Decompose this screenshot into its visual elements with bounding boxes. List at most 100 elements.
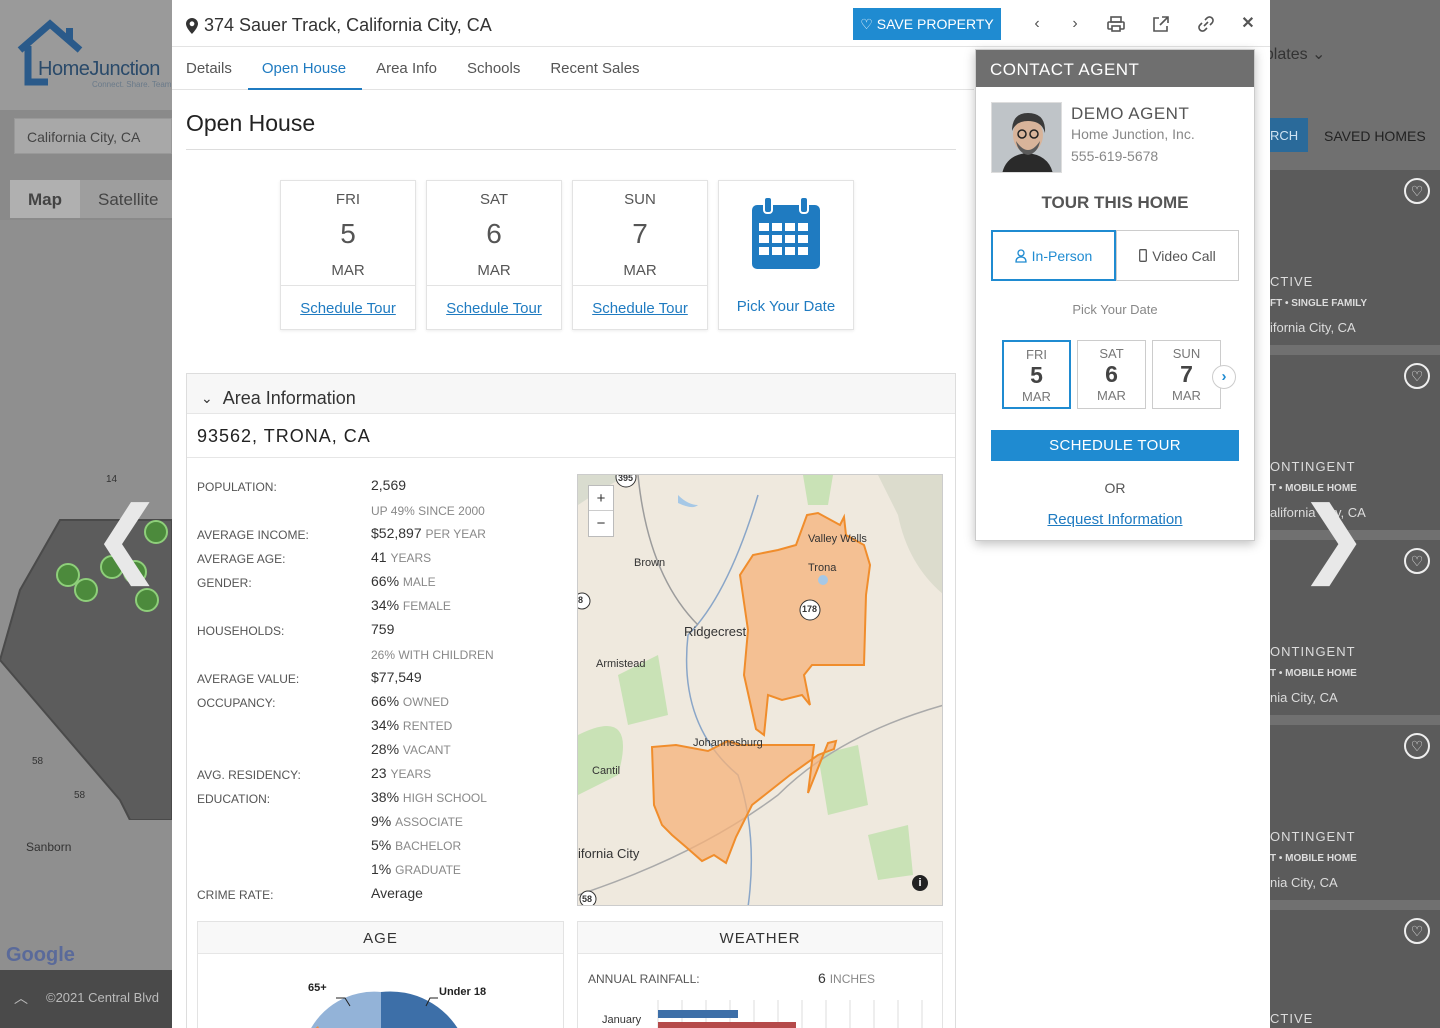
tour-date-day: 5 bbox=[1030, 362, 1043, 388]
zoom-out-button[interactable]: − bbox=[589, 511, 613, 536]
weather-panel: WEATHER ANNUAL RAINFALL: 6 INCHES Januar… bbox=[577, 921, 943, 1028]
stat-number: 34% bbox=[371, 597, 400, 613]
chevron-right-icon[interactable]: › bbox=[1065, 14, 1085, 34]
stat-row: GENDER: 66% MALE bbox=[197, 570, 567, 594]
stat-value: 5% BACHELOR bbox=[371, 837, 461, 853]
stat-value: 759 bbox=[371, 621, 394, 637]
stat-number: 2,569 bbox=[371, 477, 407, 493]
zoom-in-button[interactable]: + bbox=[589, 486, 613, 511]
stat-label: POPULATION: bbox=[197, 480, 277, 494]
stat-row: AVERAGE AGE: 41 YEARS bbox=[197, 546, 567, 570]
stat-unit: ASSOCIATE bbox=[395, 815, 463, 829]
area-map[interactable]: + − Valley Wells Trona Brown Ridgecrest … bbox=[577, 474, 943, 906]
map-tab-map[interactable]: Map bbox=[10, 180, 80, 218]
print-icon[interactable] bbox=[1106, 14, 1126, 34]
stat-label: EDUCATION: bbox=[197, 792, 271, 806]
stat-unit: YEARS bbox=[390, 551, 432, 565]
stat-value: 66% MALE bbox=[371, 573, 436, 589]
tab-open-house[interactable]: Open House bbox=[247, 48, 363, 90]
chevron-right-icon[interactable]: › bbox=[1212, 365, 1236, 389]
date-month: MAR bbox=[331, 262, 365, 279]
stat-number: 34% bbox=[371, 717, 400, 733]
heart-icon[interactable]: ♡ bbox=[1404, 548, 1430, 574]
google-logo: Google bbox=[6, 944, 75, 966]
saved-homes-link[interactable]: SAVED HOMES bbox=[1324, 128, 1426, 144]
tour-date-day: 6 bbox=[1105, 361, 1118, 387]
tour-date-option[interactable]: SUN 7 MAR bbox=[1152, 340, 1221, 409]
address-text: 374 Sauer Track, California City, CA bbox=[204, 15, 492, 35]
area-subheading: 93562, TRONA, CA bbox=[187, 414, 955, 458]
close-icon[interactable]: ✕ bbox=[1238, 14, 1258, 34]
external-link-icon[interactable] bbox=[1151, 14, 1171, 34]
age-label-65: 65+ bbox=[308, 982, 327, 994]
stat-row: HOUSEHOLDS: 759 bbox=[197, 618, 567, 642]
tour-date-option[interactable]: FRI 5 MAR bbox=[1002, 340, 1071, 409]
page-title: Open House bbox=[186, 90, 956, 150]
link-icon[interactable] bbox=[1196, 14, 1216, 34]
next-arrow-icon[interactable]: ❯ bbox=[1298, 495, 1368, 579]
property-address: 374 Sauer Track, California City, CA bbox=[186, 15, 492, 36]
map-info-icon[interactable]: i bbox=[912, 875, 928, 891]
schedule-tour-button[interactable]: SCHEDULE TOUR bbox=[991, 430, 1239, 461]
listing-card[interactable]: ♡ CTIVE bbox=[1270, 910, 1440, 1028]
stat-unit: RENTED bbox=[402, 719, 453, 733]
age-panel-title: AGE bbox=[198, 922, 563, 954]
tab-area-info[interactable]: Area Info bbox=[362, 48, 453, 90]
date-month: MAR bbox=[623, 262, 657, 279]
chevron-up-icon[interactable]: ︿ bbox=[14, 988, 28, 1008]
stat-value: Average bbox=[371, 885, 423, 901]
save-property-label: SAVE PROPERTY bbox=[876, 16, 994, 32]
stat-row: 34% FEMALE bbox=[197, 594, 567, 618]
stat-number: 5% bbox=[371, 837, 392, 853]
map-route-label: 58 bbox=[582, 894, 593, 904]
agent-company: Home Junction, Inc. bbox=[1071, 126, 1195, 142]
tab-schools[interactable]: Schools bbox=[453, 48, 536, 90]
stat-row: 28% VACANT bbox=[197, 738, 567, 762]
stat-row: 26% WITH CHILDREN bbox=[197, 642, 567, 666]
location-input[interactable]: California City, CA bbox=[14, 118, 172, 154]
stat-row: 5% BACHELOR bbox=[197, 834, 567, 858]
listing-type: T • MOBILE HOME bbox=[1270, 853, 1357, 864]
date-card: FRI 5 MAR Schedule Tour bbox=[280, 180, 416, 330]
stat-number: 1% bbox=[371, 861, 392, 877]
stat-value: 1% GRADUATE bbox=[371, 861, 461, 877]
schedule-tour-link[interactable]: Schedule Tour bbox=[281, 285, 415, 329]
heart-icon[interactable]: ♡ bbox=[1404, 363, 1430, 389]
map-label: Brown bbox=[634, 557, 666, 569]
or-divider: OR bbox=[1104, 480, 1126, 496]
listing-card[interactable]: ♡ ONTINGENT T • MOBILE HOME nia City, CA bbox=[1270, 725, 1440, 900]
heart-icon[interactable]: ♡ bbox=[1404, 733, 1430, 759]
video-call-button[interactable]: Video Call bbox=[1116, 230, 1239, 281]
listing-card[interactable]: ♡ CTIVE FT • SINGLE FAMILY ifornia City,… bbox=[1270, 170, 1440, 345]
stat-row: 1% GRADUATE bbox=[197, 858, 567, 882]
in-person-label: In-Person bbox=[1031, 247, 1093, 264]
stat-label: OCCUPANCY: bbox=[197, 696, 276, 710]
area-information-toggle[interactable]: ⌄ Area Information bbox=[187, 374, 955, 414]
save-property-button[interactable]: ♡ SAVE PROPERTY bbox=[853, 8, 1001, 40]
tab-recent-sales[interactable]: Recent Sales bbox=[536, 48, 655, 90]
pick-your-date-link[interactable]: Pick Your Date bbox=[719, 298, 853, 315]
request-information-link[interactable]: Request Information bbox=[976, 511, 1254, 528]
schedule-tour-link[interactable]: Schedule Tour bbox=[427, 285, 561, 329]
heart-icon[interactable]: ♡ bbox=[1404, 918, 1430, 944]
pick-date-card[interactable]: Pick Your Date bbox=[718, 180, 854, 330]
date-dow: FRI bbox=[335, 191, 361, 208]
agent-phone[interactable]: 555-619-5678 bbox=[1071, 148, 1158, 164]
previous-arrow-icon[interactable]: ❮ bbox=[92, 495, 162, 579]
date-card: SUN 7 MAR Schedule Tour bbox=[572, 180, 708, 330]
logo-tagline: Connect. Share. Team bbox=[92, 80, 172, 89]
tab-details[interactable]: Details bbox=[172, 48, 248, 90]
tour-date-option[interactable]: SAT 6 MAR bbox=[1077, 340, 1146, 409]
chevron-left-icon[interactable]: ‹ bbox=[1027, 14, 1047, 34]
tour-this-home-title: TOUR THIS HOME bbox=[1041, 193, 1189, 212]
schedule-tour-link[interactable]: Schedule Tour bbox=[573, 285, 707, 329]
map-label: Ridgecrest bbox=[684, 624, 747, 639]
tour-date-dow: FRI bbox=[1026, 347, 1047, 362]
map-route-label: 8 bbox=[578, 595, 584, 605]
map-tab-satellite[interactable]: Satellite bbox=[80, 180, 176, 218]
heart-icon[interactable]: ♡ bbox=[1404, 178, 1430, 204]
in-person-button[interactable]: In-Person bbox=[991, 230, 1116, 281]
stat-number: 759 bbox=[371, 621, 395, 637]
stat-row: AVERAGE INCOME: $52,897 PER YEAR bbox=[197, 522, 567, 546]
search-button[interactable]: RCH bbox=[1270, 118, 1308, 152]
